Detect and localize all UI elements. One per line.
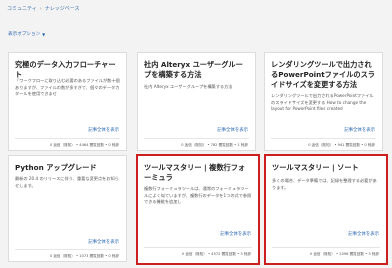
view-full-article-link[interactable]: 記事全体を表示 [348,231,379,237]
article-card[interactable]: ツールマスタリー | 複数行フォーミュラ 複数行フォーミュラツールは、通常のフォ… [136,154,260,265]
article-title[interactable]: 究極のデータ入力フローチャート [15,60,120,80]
knowledge-base-page: コミュニティ › ナレッジベース 表示オプション ▼ 究極のデータ入力フローチャ… [0,0,392,268]
article-description: 「ワークフローに取り込む必要のあるファイルが数十個ありますが、ファイルの数が多す… [15,78,120,97]
article-stats: 0 返信（既知） • 2096 閲覧回数 • 3 賛辞 [309,252,379,256]
card-divider [15,249,120,250]
article-title[interactable]: ツールマスタリー | ソート [272,163,380,173]
breadcrumb-current: ナレッジベース [44,6,80,12]
article-card[interactable]: ツールマスタリー | ソート 多くの場合、データ準備では、記録を整理する必要があ… [264,154,388,265]
breadcrumb: コミュニティ › ナレッジベース [7,5,80,13]
breadcrumb-root-link[interactable]: コミュニティ [7,5,37,12]
view-full-article-link[interactable]: 記事全体を表示 [217,127,248,133]
article-description: 複数行フォーミュラツールは、通常のフォーミュラツールによく似ていますが、複数行の… [144,186,252,205]
article-stats: 0 返信（既知） • 941 閲覧回数 • 0 賛辞 [308,143,375,147]
view-full-article-link[interactable]: 記事全体を表示 [344,127,375,133]
display-options-dropdown[interactable]: 表示オプション ▼ [8,31,46,38]
chevron-down-icon: ▼ [42,31,46,37]
breadcrumb-separator: › [39,5,42,12]
article-card[interactable]: 究極のデータ入力フローチャート 「ワークフローに取り込む必要のあるファイルが数十… [8,52,127,151]
article-description: 社内 Alteryx ユーザーグループを構築する方法 [144,84,233,89]
card-divider [15,138,120,139]
view-full-article-link[interactable]: 記事全体を表示 [88,127,119,133]
article-stats: 0 返信（既知） • 1073 閲覧回数 • 0 賛辞 [49,254,119,258]
article-stats: 0 返信（既知） • 4572 閲覧回数 • 3 賛辞 [181,252,251,256]
article-description: レンダリングツールで出力されるPowerPointファイルのスライドサイズを変更… [271,93,374,112]
card-divider [271,138,376,139]
article-title[interactable]: 社内 Alteryx ユーザーグループを構築する方法 [144,60,249,80]
view-full-article-link[interactable]: 記事全体を表示 [88,239,119,245]
article-description: 多くの場合、データ準備では、記録を整理する必要があります。 [272,178,377,190]
article-card[interactable]: 社内 Alteryx ユーザーグループを構築する方法 社内 Alteryx ユー… [137,52,256,151]
display-options-label: 表示オプション [8,32,41,37]
article-card[interactable]: Python アップグレード 最新の 20.4 のリリースに伴う、重要な変更点を… [8,155,127,262]
view-full-article-link[interactable]: 記事全体を表示 [220,231,251,237]
article-description: 最新の 20.4 のリリースに伴う、重要な変更点をお知らせします。 [15,176,119,188]
article-stats: 0 返信（既知） • 4464 閲覧回数 • 0 賛辞 [49,143,119,147]
card-divider [144,247,252,248]
card-divider [144,138,249,139]
card-divider [272,247,380,248]
article-card[interactable]: レンダリングツールで出力されるPowerPointファイルのスライドサイズを変更… [264,52,383,151]
article-title[interactable]: レンダリングツールで出力されるPowerPointファイルのスライドサイズを変更… [271,60,376,90]
article-title[interactable]: Python アップグレード [15,163,120,173]
article-title[interactable]: ツールマスタリー | 複数行フォーミュラ [144,163,252,183]
article-stats: 0 返信（既知） • 782 閲覧回数 • 1 賛辞 [181,143,248,147]
